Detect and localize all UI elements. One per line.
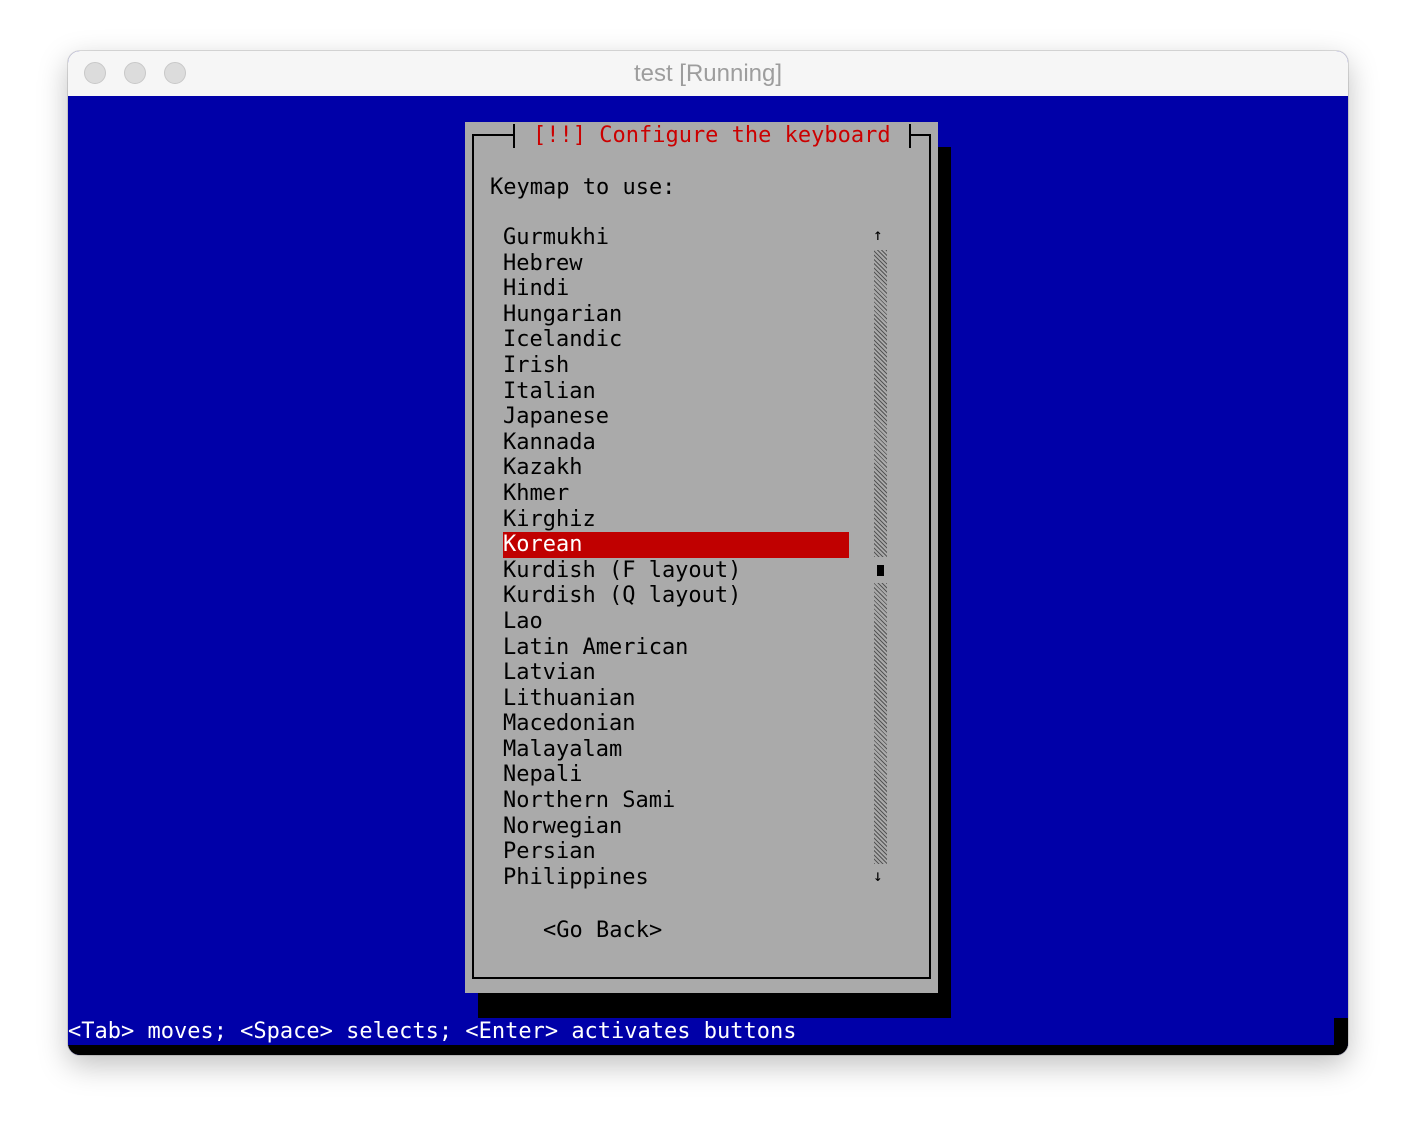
keymap-item[interactable]: Hindi [503,276,849,302]
scrollbar-track-upper[interactable] [874,250,887,557]
keymap-item[interactable]: Italian [503,379,849,405]
keyboard-dialog: [!!] Configure the keyboard Keymap to us… [465,122,938,993]
keymap-item[interactable]: Malayalam [503,737,849,763]
window-titlebar[interactable]: test [Running] [68,51,1348,97]
keymap-item[interactable]: Icelandic [503,327,849,353]
go-back-button[interactable]: <Go Back> [543,917,662,945]
keymap-item[interactable]: Hungarian [503,302,849,328]
screen-bottom-strip [68,1045,1348,1055]
keymap-item[interactable]: Norwegian [503,814,849,840]
keymap-item-selected[interactable]: Korean [503,532,849,558]
keymap-item[interactable]: Japanese [503,404,849,430]
scroll-up-arrow[interactable]: ↑ [873,227,883,243]
keymap-item[interactable]: Hebrew [503,251,849,277]
keymap-item[interactable]: Persian [503,839,849,865]
keymap-item[interactable]: Kazakh [503,455,849,481]
vm-window: test [Running] [!!] Configure the keyboa… [68,51,1348,1055]
keymap-item[interactable]: Kurdish (Q layout) [503,583,849,609]
keymap-prompt: Keymap to use: [490,175,676,200]
keymap-item[interactable]: Gurmukhi [503,225,849,251]
keymap-item[interactable]: Lithuanian [503,686,849,712]
keymap-item[interactable]: Northern Sami [503,788,849,814]
keymap-item[interactable]: Nepali [503,762,849,788]
keymap-item[interactable]: Macedonian [503,711,849,737]
keymap-list[interactable]: Gurmukhi Hebrew Hindi Hungarian Icelandic Iri… [503,225,849,890]
keymap-item[interactable]: Irish [503,353,849,379]
scroll-down-arrow[interactable]: ↓ [873,868,883,884]
keymap-item[interactable]: Latvian [503,660,849,686]
keymap-item[interactable]: Latin American [503,635,849,661]
window-title: test [Running] [633,60,783,87]
keymap-item[interactable]: Kurdish (F layout) [503,558,849,584]
keymap-item[interactable]: Kannada [503,430,849,456]
status-bar: <Tab> moves; <Space> selects; <Enter> ac… [68,1019,797,1044]
keymap-item[interactable]: Lao [503,609,849,635]
keymap-item[interactable]: Khmer [503,481,849,507]
keymap-item[interactable]: Philippines [503,865,849,891]
keymap-item[interactable]: Kirghiz [503,507,849,533]
scrollbar-track-lower[interactable] [874,583,887,864]
dialog-title: [!!] Configure the keyboard [513,122,911,150]
vm-screen[interactable]: [!!] Configure the keyboard Keymap to us… [68,96,1348,1055]
scrollbar-thumb[interactable] [877,565,884,576]
